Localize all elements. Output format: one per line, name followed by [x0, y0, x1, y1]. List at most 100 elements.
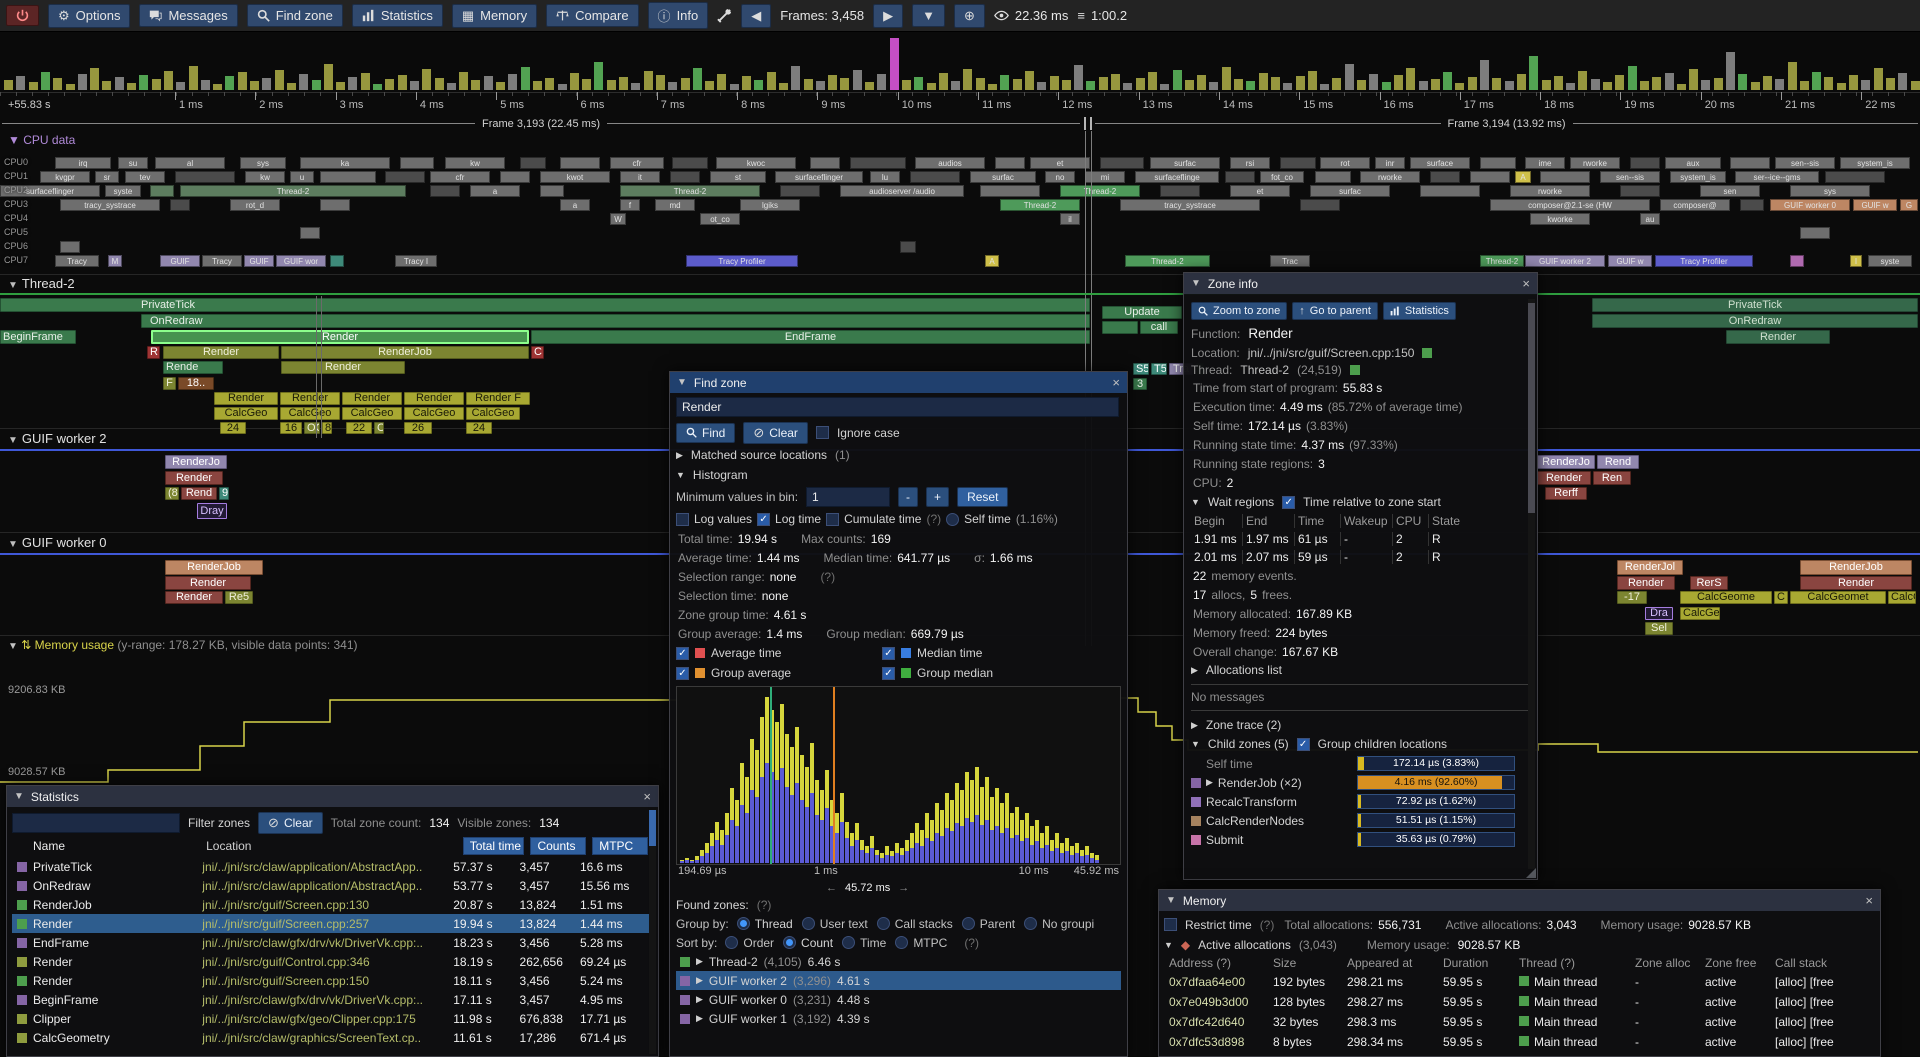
wait-column-header[interactable]: Time [1295, 514, 1341, 528]
cpu-zone[interactable] [300, 227, 320, 239]
cpu-zone[interactable] [810, 157, 840, 169]
cpu-zone[interactable]: composer@ [1660, 199, 1730, 211]
cpu-zone[interactable]: rsi [1230, 157, 1270, 169]
child-zone-row[interactable]: ▶RenderJob (×2)4.16 ms (92.60%) [1191, 773, 1530, 792]
timeline-zone[interactable]: Rerff [1545, 487, 1587, 500]
frame-bar[interactable] [398, 75, 407, 90]
cpu-zone[interactable]: GUIF wor [276, 255, 326, 267]
cpu-zone[interactable] [60, 241, 80, 253]
stats-table-row[interactable]: BeginFramejni/../jni/src/claw/gfx/drv/vk… [12, 990, 653, 1009]
expand-icon[interactable]: ▶ [696, 994, 703, 1005]
expand-icon[interactable]: ▶ [1191, 720, 1198, 731]
timeline-zone[interactable]: call [1140, 321, 1178, 334]
timeline-zone[interactable]: Render [165, 591, 223, 604]
frame-bar[interactable] [1861, 80, 1870, 90]
frame-bar[interactable] [1013, 79, 1022, 90]
frame-bar[interactable] [1886, 78, 1895, 90]
cpu-zone[interactable]: lu [870, 171, 900, 183]
frame-bar[interactable] [754, 80, 763, 90]
stats-table-row[interactable]: CalcGeometryjni/../jni/src/claw/graphics… [12, 1028, 653, 1047]
cpu-zone[interactable]: md [655, 199, 695, 211]
frame-bar[interactable] [1628, 66, 1637, 90]
collapse-icon[interactable]: ▼ [1166, 895, 1176, 906]
reset-button[interactable]: Reset [957, 487, 1008, 507]
timeline-zone[interactable]: EndFrame [531, 330, 1090, 344]
timeline-zone[interactable]: Render [214, 392, 278, 405]
cpu-zone[interactable]: Tracy [55, 255, 99, 267]
collapse-icon[interactable]: ▼ [677, 377, 687, 388]
frame-bar[interactable] [238, 72, 247, 90]
wait-region-row[interactable]: 2.01 ms2.07 ms59 µs-2R [1191, 548, 1530, 566]
timeline-zone[interactable]: Render [342, 392, 402, 405]
child-zone-row[interactable]: CalcRenderNodes51.51 µs (1.15%) [1191, 811, 1530, 830]
cpu-zone[interactable] [1790, 255, 1804, 267]
timeline-zone[interactable]: CalcGeomet [1790, 591, 1886, 604]
cpu-zone[interactable]: A [985, 255, 999, 267]
cpu-zone[interactable]: aux [1665, 157, 1721, 169]
options-button[interactable]: ⚙ Options [48, 4, 130, 28]
frame-bar[interactable] [656, 75, 665, 90]
timeline-zone[interactable]: CalcGeo [214, 407, 278, 420]
collapse-icon[interactable]: ▼ [8, 539, 18, 550]
frame-bar[interactable] [877, 74, 886, 90]
checkbox-checked-icon[interactable]: ✓ [882, 667, 895, 680]
frame-bar[interactable] [828, 75, 837, 90]
timeline-zone[interactable]: RenderJob [165, 560, 263, 575]
frame-bar[interactable] [1136, 78, 1145, 90]
radio-option[interactable]: User text [802, 917, 868, 931]
cpu-zone[interactable]: u [290, 171, 314, 183]
cpu-zone[interactable]: Thread-2 [1480, 255, 1524, 267]
cpu-zone[interactable]: Trac [1270, 255, 1310, 267]
frame-bar[interactable] [508, 74, 517, 90]
timeline-zone[interactable]: C [531, 346, 544, 359]
timeline-zone[interactable]: 22 [346, 422, 372, 434]
column-header-location[interactable]: Location [206, 839, 457, 853]
location-value[interactable]: jni/../jni/src/guif/Screen.cpp:150 [1248, 346, 1415, 360]
radio-option[interactable]: Call stacks [877, 917, 953, 931]
timeline-zone[interactable]: RenderJol [1617, 560, 1683, 575]
frame-bar[interactable] [1394, 75, 1403, 90]
timeline-zone[interactable]: CalcGeome [1680, 591, 1772, 604]
timeline-zone[interactable]: 26 [404, 422, 432, 434]
frame-bar[interactable] [324, 64, 333, 90]
call-stack-free[interactable]: [free [1810, 975, 1834, 989]
cpu-zone[interactable]: rot_d [230, 199, 280, 211]
checkbox-checked-icon[interactable]: ✓ [882, 647, 895, 660]
expand-icon[interactable]: ▶ [676, 450, 683, 461]
allocation-column-header[interactable]: Address (?) [1169, 956, 1273, 970]
scrollbar[interactable] [649, 810, 656, 1054]
cpu-zone[interactable]: kworke [1530, 213, 1590, 225]
compare-button[interactable]: Compare [546, 4, 638, 27]
frame-bar[interactable] [1455, 83, 1464, 90]
frame-bar[interactable] [410, 81, 419, 90]
frame-bar[interactable] [1000, 75, 1009, 90]
timeline-zone[interactable]: RenderJo [1537, 455, 1595, 469]
allocation-row[interactable]: 0x7dfc53d8988 bytes298.34 ms59.95 sMain … [1164, 1032, 1875, 1052]
cpu-zone[interactable]: surfac [1310, 185, 1390, 197]
frame-bar[interactable] [1160, 84, 1169, 90]
frame-bar[interactable] [1173, 70, 1182, 90]
filter-zones-input[interactable] [12, 813, 180, 833]
timeline-zone[interactable]: Ren [1593, 471, 1631, 485]
frame-bar[interactable] [373, 84, 382, 90]
statistics-button[interactable]: Statistics [352, 4, 443, 27]
frame-bar[interactable] [102, 81, 111, 90]
timeline-zone[interactable]: Update [1102, 306, 1182, 319]
frame-bar[interactable] [1406, 68, 1415, 90]
frame-bar[interactable] [865, 82, 874, 90]
frame-bar[interactable] [521, 67, 530, 90]
frame-bar[interactable] [139, 75, 148, 90]
frame-bar[interactable] [250, 81, 259, 90]
frame-bar[interactable] [1332, 78, 1341, 90]
cpu-zone[interactable] [780, 185, 820, 197]
timeline-zone[interactable]: Render [1617, 576, 1675, 590]
frame-bar[interactable] [201, 80, 210, 90]
zoom-to-zone-button[interactable]: Zoom to zone [1191, 302, 1287, 320]
frame-bar[interactable] [840, 78, 849, 90]
wait-column-header[interactable]: End [1243, 514, 1295, 528]
statistics-titlebar[interactable]: ▼ Statistics × [7, 786, 658, 807]
frame-bar[interactable] [976, 78, 985, 90]
allocation-column-header[interactable]: Appeared at [1347, 956, 1443, 970]
timeline-zone[interactable]: Render [1800, 576, 1912, 590]
cpu-zone[interactable] [1470, 171, 1510, 183]
